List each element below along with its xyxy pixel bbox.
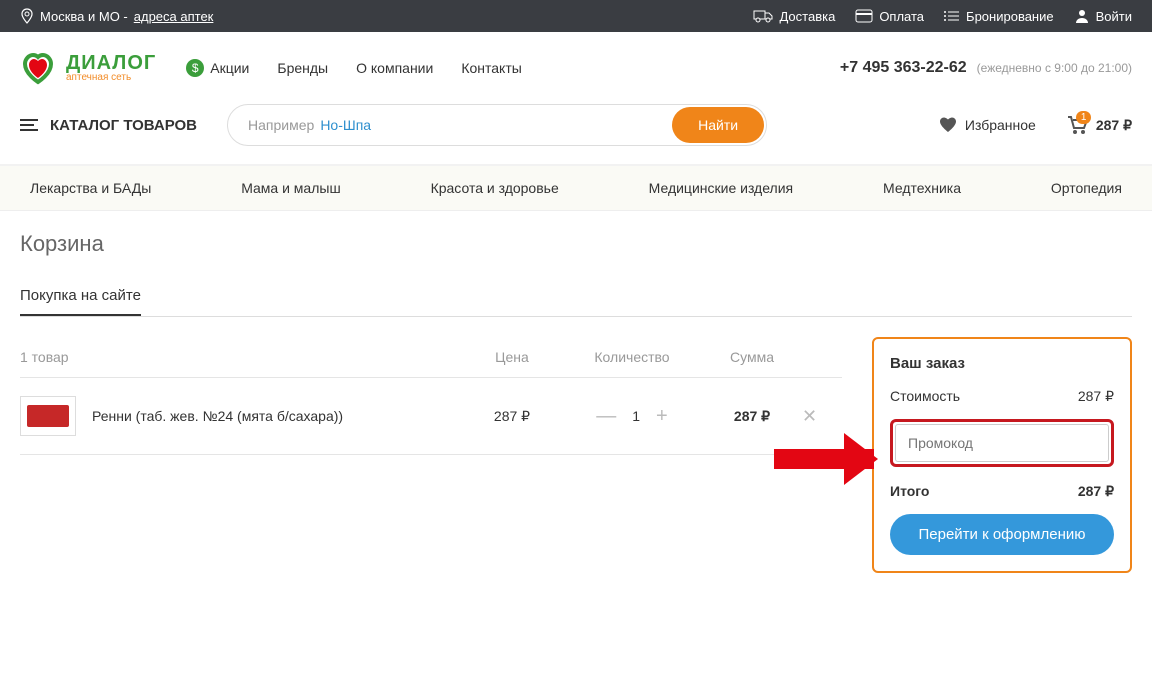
- booking-link[interactable]: Бронирование: [944, 9, 1054, 24]
- logo-title: ДИАЛОГ: [66, 53, 156, 73]
- cost-value: 287: [1078, 388, 1114, 405]
- order-summary: Ваш заказ Стоимость 287 Итого 287 Перейт…: [872, 337, 1132, 573]
- cart-table-header: 1 товар Цена Количество Сумма: [20, 337, 842, 378]
- pin-icon: [20, 8, 34, 24]
- cost-label: Стоимость: [890, 388, 960, 405]
- remove-item[interactable]: ✕: [802, 406, 842, 427]
- header-sum: Сумма: [702, 349, 802, 365]
- search-prefix: Например: [248, 117, 314, 133]
- cat-beauty[interactable]: Красота и здоровье: [431, 180, 559, 196]
- checkout-button[interactable]: Перейти к оформлению: [890, 514, 1114, 555]
- cart-total: 287: [1096, 117, 1132, 134]
- cat-ortho[interactable]: Ортопедия: [1051, 180, 1122, 196]
- logo-subtitle: аптечная сеть: [66, 73, 156, 83]
- item-sum: 287: [702, 408, 802, 425]
- cat-drugs[interactable]: Лекарства и БАДы: [30, 180, 151, 196]
- nav-about[interactable]: О компании: [356, 60, 433, 76]
- qty-plus[interactable]: +: [656, 405, 668, 428]
- product-name[interactable]: Ренни (таб. жев. №24 (мята б/сахара)): [92, 408, 343, 424]
- pharmacy-addresses-link[interactable]: адреса аптек: [134, 9, 214, 24]
- login-link[interactable]: Войти: [1074, 8, 1132, 24]
- product-image[interactable]: [20, 396, 76, 436]
- search-box: Например Найти: [227, 104, 767, 146]
- header: ДИАЛОГ аптечная сеть $ Акции Бренды О ко…: [0, 32, 1152, 104]
- tab-site-purchase[interactable]: Покупка на сайте: [20, 277, 141, 316]
- list-icon: [944, 9, 960, 23]
- category-nav: Лекарства и БАДы Мама и малыш Красота и …: [0, 166, 1152, 211]
- favorites-link[interactable]: Избранное: [939, 117, 1036, 133]
- nav-brands[interactable]: Бренды: [277, 60, 328, 76]
- qty-minus[interactable]: —: [596, 405, 616, 428]
- heart-fill-icon: [939, 117, 957, 133]
- total-value: 287: [1078, 483, 1114, 500]
- burger-icon: [20, 119, 38, 131]
- payment-link[interactable]: Оплата: [855, 9, 924, 24]
- total-label: Итого: [890, 483, 929, 500]
- cat-medtech[interactable]: Медтехника: [883, 180, 961, 196]
- tabs: Покупка на сайте: [20, 277, 1132, 317]
- card-icon: [855, 9, 873, 23]
- cart-item-row: Ренни (таб. жев. №24 (мята б/сахара)) 28…: [20, 378, 842, 455]
- cat-mom-baby[interactable]: Мама и малыш: [241, 180, 341, 196]
- heart-icon: [20, 50, 56, 86]
- annotation-arrow: [734, 439, 874, 479]
- promo-highlight: [890, 419, 1114, 467]
- nav-promo[interactable]: $ Акции: [186, 59, 249, 77]
- dollar-icon: $: [186, 59, 204, 77]
- location-prefix: Москва и МО -: [40, 9, 128, 24]
- items-count: 1 товар: [20, 349, 462, 365]
- nav-contacts[interactable]: Контакты: [461, 60, 521, 76]
- header-price: Цена: [462, 349, 562, 365]
- page-title: Корзина: [20, 231, 1132, 257]
- promo-input[interactable]: [895, 424, 1109, 462]
- phone-hours: (ежедневно с 9:00 до 21:00): [977, 61, 1132, 75]
- qty-value: 1: [632, 408, 640, 424]
- truck-icon: [753, 9, 773, 23]
- order-title: Ваш заказ: [890, 355, 1114, 372]
- item-price: 287: [462, 408, 562, 425]
- top-bar: Москва и МО - адреса аптек Доставка Опла…: [0, 0, 1152, 32]
- header-qty: Количество: [562, 349, 702, 365]
- logo[interactable]: ДИАЛОГ аптечная сеть: [20, 50, 156, 86]
- search-input[interactable]: [320, 117, 670, 133]
- delivery-link[interactable]: Доставка: [753, 9, 835, 24]
- search-button[interactable]: Найти: [672, 107, 764, 143]
- user-icon: [1074, 8, 1090, 24]
- cart-count-badge: 1: [1076, 111, 1092, 124]
- mini-cart[interactable]: 1 287: [1066, 115, 1132, 135]
- cat-medical[interactable]: Медицинские изделия: [649, 180, 793, 196]
- phone-number[interactable]: +7 495 363-22-62: [840, 59, 967, 77]
- search-bar: КАТАЛОГ ТОВАРОВ Например Найти Избранное…: [0, 104, 1152, 164]
- catalog-button[interactable]: КАТАЛОГ ТОВАРОВ: [20, 117, 197, 134]
